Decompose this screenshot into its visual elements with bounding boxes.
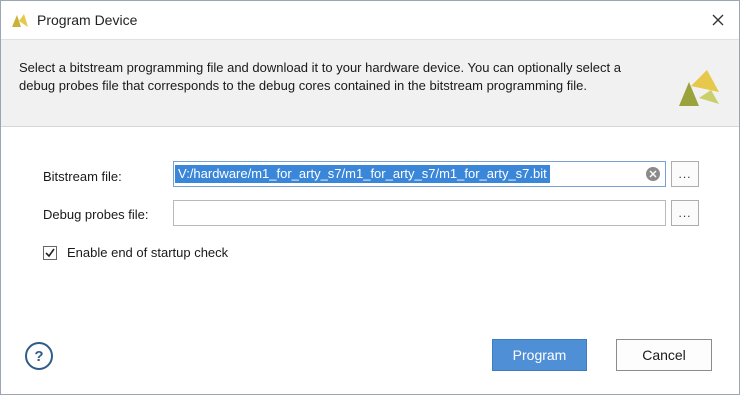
close-button[interactable] (705, 7, 731, 33)
program-button[interactable]: Program (492, 339, 587, 371)
clear-icon[interactable] (646, 167, 660, 181)
bitstream-browse-button[interactable]: ... (671, 161, 699, 187)
cancel-button[interactable]: Cancel (616, 339, 712, 371)
checkmark-icon (45, 248, 55, 258)
debug-probes-file-value (175, 204, 181, 222)
startup-check-label: Enable end of startup check (67, 245, 229, 260)
startup-check-checkbox[interactable] (43, 246, 57, 260)
debug-probes-browse-button[interactable]: ... (671, 200, 699, 226)
bitstream-file-value: V:/hardware/m1_for_arty_s7/m1_for_arty_s… (175, 165, 550, 183)
title-bar: Program Device (1, 1, 739, 39)
description-panel: Select a bitstream programming file and … (1, 39, 739, 127)
bitstream-file-label: Bitstream file: (43, 169, 122, 184)
xilinx-logo-icon (679, 70, 719, 106)
debug-probes-file-label: Debug probes file: (43, 207, 149, 222)
xilinx-vivado-icon (12, 14, 28, 27)
help-button[interactable]: ? (25, 342, 53, 370)
program-device-dialog: Program Device Select a bitstream progra… (0, 0, 740, 395)
debug-probes-file-field[interactable] (173, 200, 666, 226)
window-title: Program Device (37, 12, 138, 28)
description-text: Select a bitstream programming file and … (19, 60, 621, 93)
bitstream-file-field[interactable]: V:/hardware/m1_for_arty_s7/m1_for_arty_s… (173, 161, 666, 187)
close-icon (712, 14, 724, 26)
clear-x-icon (649, 170, 657, 178)
